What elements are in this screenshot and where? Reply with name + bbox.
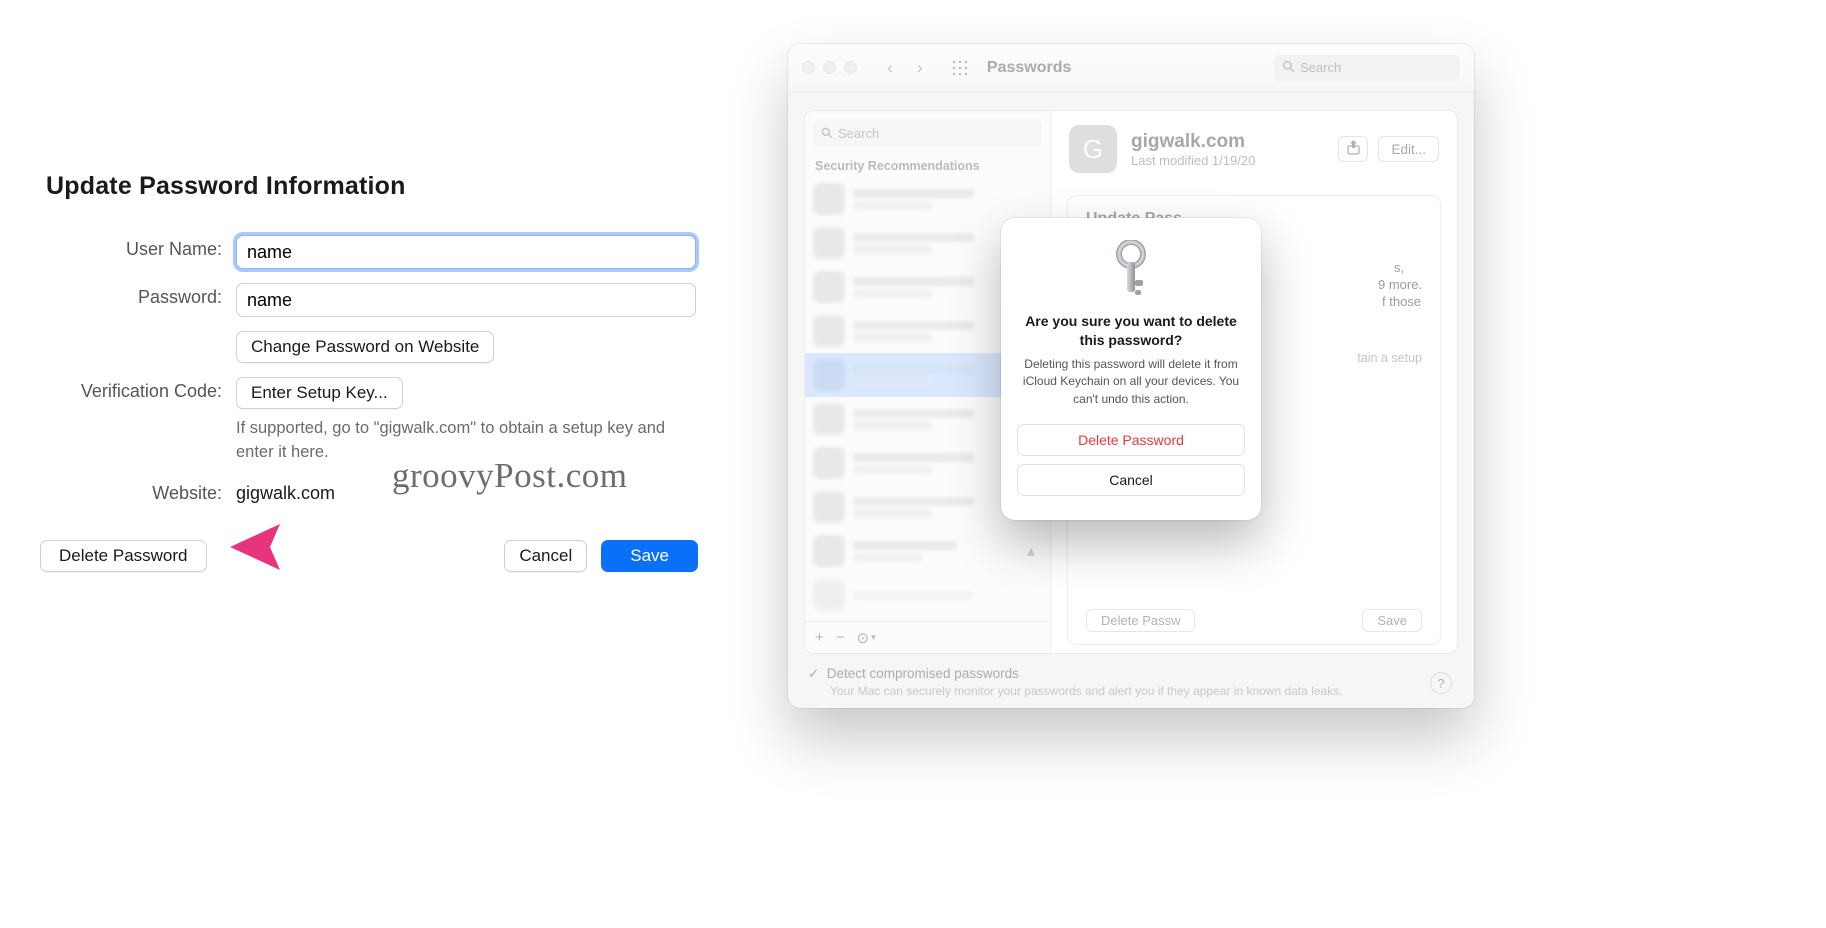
apps-grid-icon[interactable]: [951, 59, 969, 77]
checkbox-checked-icon[interactable]: ✓: [808, 666, 823, 682]
side-text-fragment: f those: [1382, 293, 1421, 312]
alert-message: Deleting this password will delete it fr…: [1017, 356, 1245, 408]
window-bottom-section: ✓ Detect compromised passwords Your Mac …: [808, 666, 1454, 698]
username-label: User Name:: [40, 235, 236, 260]
share-icon: [1347, 140, 1360, 155]
minimize-window-icon[interactable]: [823, 61, 836, 74]
change-password-on-website-button[interactable]: Change Password on Website: [236, 331, 494, 363]
list-item[interactable]: [805, 177, 1050, 221]
detail-site-title: gigwalk.com: [1131, 131, 1324, 153]
update-password-panel: Update Password Information User Name: P…: [12, 144, 726, 590]
remove-button[interactable]: −: [836, 629, 845, 646]
help-button[interactable]: ?: [1430, 672, 1452, 694]
search-icon: [1282, 60, 1294, 75]
panel-title: Update Password Information: [46, 172, 698, 201]
list-item[interactable]: ▲: [805, 529, 1050, 573]
detect-compromised-sub: Your Mac can securely monitor your passw…: [830, 684, 1454, 698]
toolbar-search-placeholder: Search: [1300, 60, 1341, 75]
sidebar-search-placeholder: Search: [838, 126, 879, 141]
delete-confirm-dialog: Are you sure you want to delete this pas…: [1001, 218, 1261, 520]
sidebar-footer: + − ⊙▾: [805, 621, 1050, 653]
alert-delete-button[interactable]: Delete Password: [1017, 424, 1245, 456]
back-icon[interactable]: ‹: [877, 55, 903, 81]
password-label: Password:: [40, 283, 236, 308]
sidebar-search[interactable]: Search: [813, 119, 1042, 147]
window-traffic-lights[interactable]: [802, 61, 857, 74]
forward-icon[interactable]: ›: [907, 55, 933, 81]
website-label: Website:: [40, 479, 236, 504]
nav-arrows: ‹ ›: [877, 55, 933, 81]
password-input[interactable]: [236, 283, 696, 317]
verification-hint: If supported, go to "gigwalk.com" to obt…: [236, 417, 686, 465]
site-avatar: G: [1069, 125, 1117, 173]
warning-icon: ▲: [1024, 543, 1038, 559]
share-button[interactable]: [1338, 136, 1368, 162]
more-options-button[interactable]: ⊙▾: [857, 629, 876, 647]
sidebar-section-header: Security Recommendations: [805, 155, 1050, 177]
cancel-button[interactable]: Cancel: [504, 540, 587, 572]
website-value: gigwalk.com: [236, 479, 698, 504]
delete-password-button[interactable]: Delete Password: [40, 540, 207, 572]
window-toolbar: ‹ › Passwords Search: [788, 44, 1474, 92]
toolbar-search[interactable]: Search: [1274, 55, 1460, 81]
edit-button[interactable]: Edit...: [1378, 136, 1439, 162]
save-button[interactable]: Save: [601, 540, 698, 572]
key-icon: [1107, 240, 1155, 304]
search-icon: [821, 126, 832, 141]
verification-code-label: Verification Code:: [40, 377, 236, 402]
enter-setup-key-button[interactable]: Enter Setup Key...: [236, 377, 403, 409]
alert-cancel-button[interactable]: Cancel: [1017, 464, 1245, 496]
zoom-window-icon[interactable]: [844, 61, 857, 74]
detail-last-modified: Last modified 1/19/20: [1131, 153, 1324, 168]
detail-save-button[interactable]: Save: [1362, 609, 1422, 632]
close-window-icon[interactable]: [802, 61, 815, 74]
add-button[interactable]: +: [815, 629, 824, 646]
alert-title: Are you sure you want to delete this pas…: [1017, 312, 1245, 350]
detail-delete-button[interactable]: Delete Passw: [1086, 609, 1195, 632]
username-input[interactable]: [236, 235, 696, 269]
window-title: Passwords: [987, 59, 1071, 77]
detect-compromised-label: Detect compromised passwords: [827, 666, 1019, 681]
list-item[interactable]: [805, 573, 1050, 617]
